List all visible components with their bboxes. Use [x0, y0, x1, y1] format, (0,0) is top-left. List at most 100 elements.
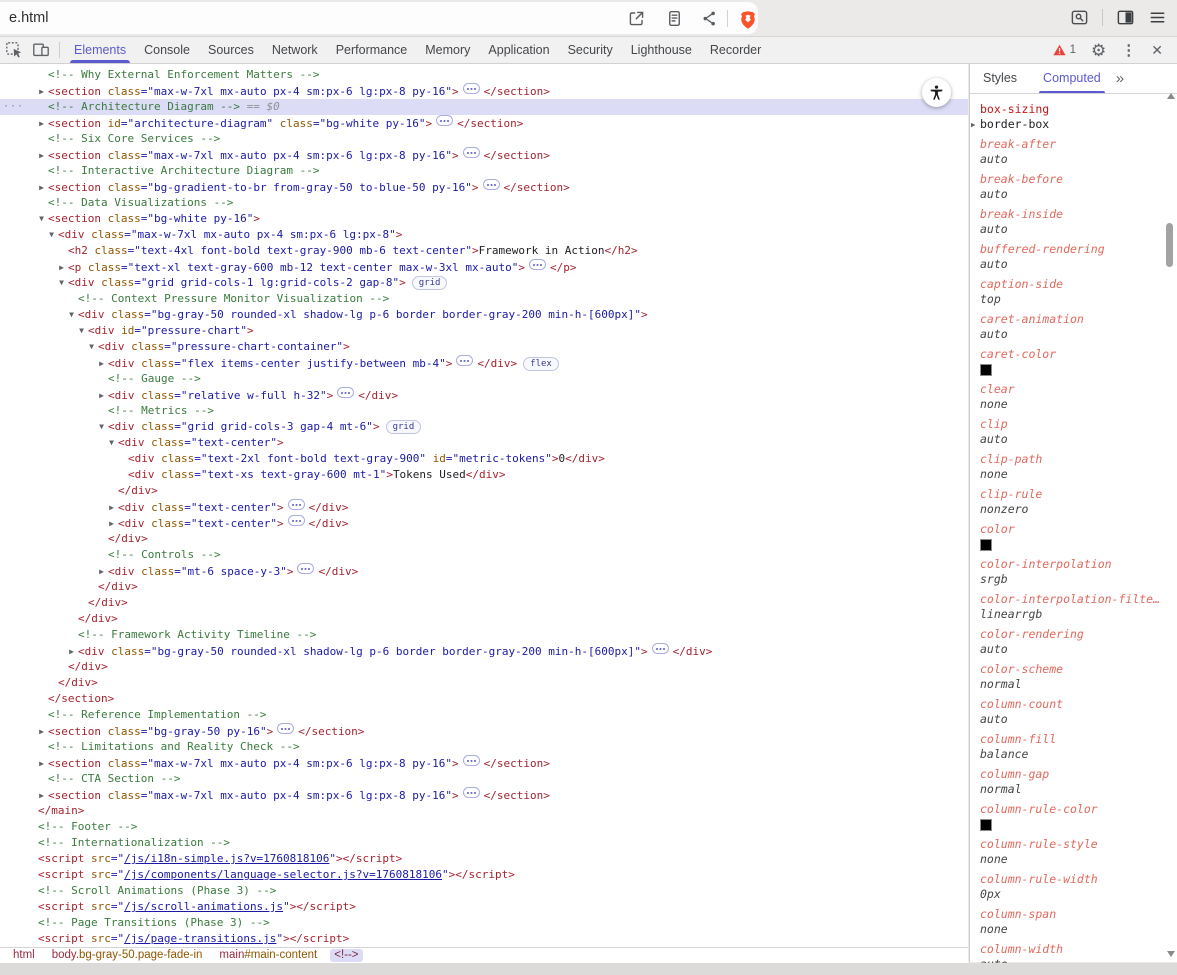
tree-row[interactable]: ▶<section class="max-w-7xl mx-auto px-4 …: [0, 755, 968, 771]
computed-property[interactable]: caret-animationauto: [980, 312, 1177, 342]
tree-row[interactable]: <script src="/js/components/language-sel…: [0, 867, 968, 883]
gear-icon[interactable]: ⚙: [1091, 42, 1106, 59]
tree-row[interactable]: </main>: [0, 803, 968, 819]
computed-property[interactable]: color-interpolationsrgb: [980, 557, 1177, 587]
tab-memory[interactable]: Memory: [416, 37, 479, 63]
expand-arrow-icon[interactable]: ▶: [35, 148, 48, 164]
tree-row[interactable]: <!-- Gauge -->: [0, 371, 968, 387]
resource-link[interactable]: /js/components/language-selector.js?v=17…: [124, 868, 442, 881]
tab-security[interactable]: Security: [559, 37, 622, 63]
tree-row[interactable]: </div>: [0, 595, 968, 611]
error-badge[interactable]: 1: [1053, 44, 1076, 56]
expand-ellipsis-button[interactable]: [463, 147, 480, 158]
tree-row[interactable]: ▼<section class="bg-white py-16">: [0, 211, 968, 227]
tree-row[interactable]: <!-- Page Transitions (Phase 3) -->: [0, 915, 968, 931]
sidebar-toggle-icon[interactable]: [1116, 8, 1135, 27]
expand-ellipsis-button[interactable]: [337, 387, 354, 398]
tree-row[interactable]: </div>: [0, 531, 968, 547]
tree-row[interactable]: <!-- Controls -->: [0, 547, 968, 563]
tree-row[interactable]: <!-- Interactive Architecture Diagram --…: [0, 163, 968, 179]
expand-arrow-icon[interactable]: ▶: [95, 564, 108, 580]
row-menu-dots-icon[interactable]: ···: [3, 99, 24, 115]
tree-row-selected[interactable]: ···<!-- Architecture Diagram --> == $0: [0, 99, 968, 115]
computed-property[interactable]: color-renderingauto: [980, 627, 1177, 657]
computed-property[interactable]: color-interpolation-filte…linearrgb: [980, 592, 1177, 622]
collapse-arrow-icon[interactable]: ▼: [105, 435, 118, 451]
breadcrumb-item[interactable]: main#main-content: [215, 949, 321, 962]
tab-application[interactable]: Application: [479, 37, 558, 63]
computed-property[interactable]: buffered-renderingauto: [980, 242, 1177, 272]
collapse-arrow-icon[interactable]: ▼: [65, 307, 78, 323]
tree-row[interactable]: <script src="/js/page-transitions.js"></…: [0, 931, 968, 947]
expand-arrow-icon[interactable]: ▶: [35, 756, 48, 772]
tree-row[interactable]: </div>: [0, 483, 968, 499]
expand-arrow-icon[interactable]: ▶: [35, 180, 48, 196]
brave-shield-icon[interactable]: [738, 10, 758, 30]
grid-badge[interactable]: grid: [412, 276, 448, 290]
grid-badge[interactable]: grid: [386, 420, 422, 434]
tree-row[interactable]: ▶<section class="max-w-7xl mx-auto px-4 …: [0, 787, 968, 803]
expand-ellipsis-button[interactable]: [483, 179, 500, 190]
expand-arrow-icon[interactable]: ▶: [95, 388, 108, 404]
tree-row[interactable]: <h2 class="text-4xl font-bold text-gray-…: [0, 243, 968, 259]
tab-console[interactable]: Console: [135, 37, 199, 63]
tree-row[interactable]: <!-- Six Core Services -->: [0, 131, 968, 147]
find-in-page-icon[interactable]: [1070, 8, 1089, 27]
expand-ellipsis-button[interactable]: [463, 83, 480, 94]
expand-ellipsis-button[interactable]: [456, 355, 473, 366]
tab-styles[interactable]: Styles: [970, 64, 1030, 93]
close-icon[interactable]: ✕: [1151, 43, 1163, 57]
computed-property[interactable]: column-countauto: [980, 697, 1177, 727]
breadcrumb-item[interactable]: <!-->: [330, 949, 362, 962]
tree-row[interactable]: ▶<p class="text-xl text-gray-600 mb-12 t…: [0, 259, 968, 275]
expand-ellipsis-button[interactable]: [277, 723, 294, 734]
tree-row[interactable]: ▶<div class="relative w-full h-32"></div…: [0, 387, 968, 403]
tree-row[interactable]: ▶<div class="text-center"></div>: [0, 499, 968, 515]
expand-ellipsis-button[interactable]: [288, 515, 305, 526]
tree-row[interactable]: <script src="/js/i18n-simple.js?v=176081…: [0, 851, 968, 867]
computed-property[interactable]: color-schemenormal: [980, 662, 1177, 692]
expand-arrow-icon[interactable]: ▶: [35, 724, 48, 740]
tree-row[interactable]: <!-- Metrics -->: [0, 403, 968, 419]
tab-performance[interactable]: Performance: [327, 37, 417, 63]
tree-row[interactable]: </div>: [0, 579, 968, 595]
color-swatch[interactable]: [980, 819, 992, 831]
expand-ellipsis-button[interactable]: [297, 563, 314, 574]
scroll-up-arrow-icon[interactable]: [1167, 93, 1175, 99]
tree-row[interactable]: <!-- CTA Section -->: [0, 771, 968, 787]
expand-arrow-icon[interactable]: ▶: [105, 500, 118, 516]
tree-row[interactable]: <div class="text-xs text-gray-600 mt-1">…: [0, 467, 968, 483]
open-external-icon[interactable]: [627, 9, 646, 28]
tree-row[interactable]: </div>: [0, 675, 968, 691]
tree-row[interactable]: ▶<div class="text-center"></div>: [0, 515, 968, 531]
collapse-arrow-icon[interactable]: ▼: [85, 339, 98, 355]
menu-icon[interactable]: [1148, 8, 1167, 27]
tree-row[interactable]: <!-- Limitations and Reality Check -->: [0, 739, 968, 755]
computed-property[interactable]: break-beforeauto: [980, 172, 1177, 202]
expand-arrow-icon[interactable]: ▶: [35, 116, 48, 132]
tree-row[interactable]: ▼<div class="grid grid-cols-3 gap-4 mt-6…: [0, 419, 968, 435]
tree-row[interactable]: ▶<div class="flex items-center justify-b…: [0, 355, 968, 371]
computed-property[interactable]: caret-color: [980, 347, 1177, 377]
accessibility-icon-button[interactable]: [922, 78, 951, 107]
computed-property[interactable]: column-gapnormal: [980, 767, 1177, 797]
sidebar-scrollbar[interactable]: [1165, 65, 1175, 961]
resource-link[interactable]: /js/scroll-animations.js: [124, 900, 283, 913]
computed-property[interactable]: clipauto: [980, 417, 1177, 447]
expand-ellipsis-button[interactable]: [463, 755, 480, 766]
breadcrumb-item[interactable]: html: [9, 949, 39, 962]
computed-property[interactable]: clip-rulenonzero: [980, 487, 1177, 517]
tree-row[interactable]: <!-- Context Pressure Monitor Visualizat…: [0, 291, 968, 307]
expand-ellipsis-button[interactable]: [529, 259, 546, 270]
collapse-arrow-icon[interactable]: ▼: [75, 323, 88, 339]
expand-arrow-icon[interactable]: ▶: [971, 117, 980, 132]
expand-ellipsis-button[interactable]: [288, 499, 305, 510]
kebab-menu-icon[interactable]: ⋮: [1121, 43, 1136, 58]
tree-row[interactable]: </section>: [0, 691, 968, 707]
tree-row[interactable]: ▼<div class="pressure-chart-container">: [0, 339, 968, 355]
tree-row[interactable]: ▼<div class="max-w-7xl mx-auto px-4 sm:p…: [0, 227, 968, 243]
tree-row[interactable]: ▼<div class="bg-gray-50 rounded-xl shado…: [0, 307, 968, 323]
tree-row[interactable]: <!-- Internationalization -->: [0, 835, 968, 851]
computed-property[interactable]: column-rule-color: [980, 802, 1177, 832]
collapse-arrow-icon[interactable]: ▼: [45, 227, 58, 243]
